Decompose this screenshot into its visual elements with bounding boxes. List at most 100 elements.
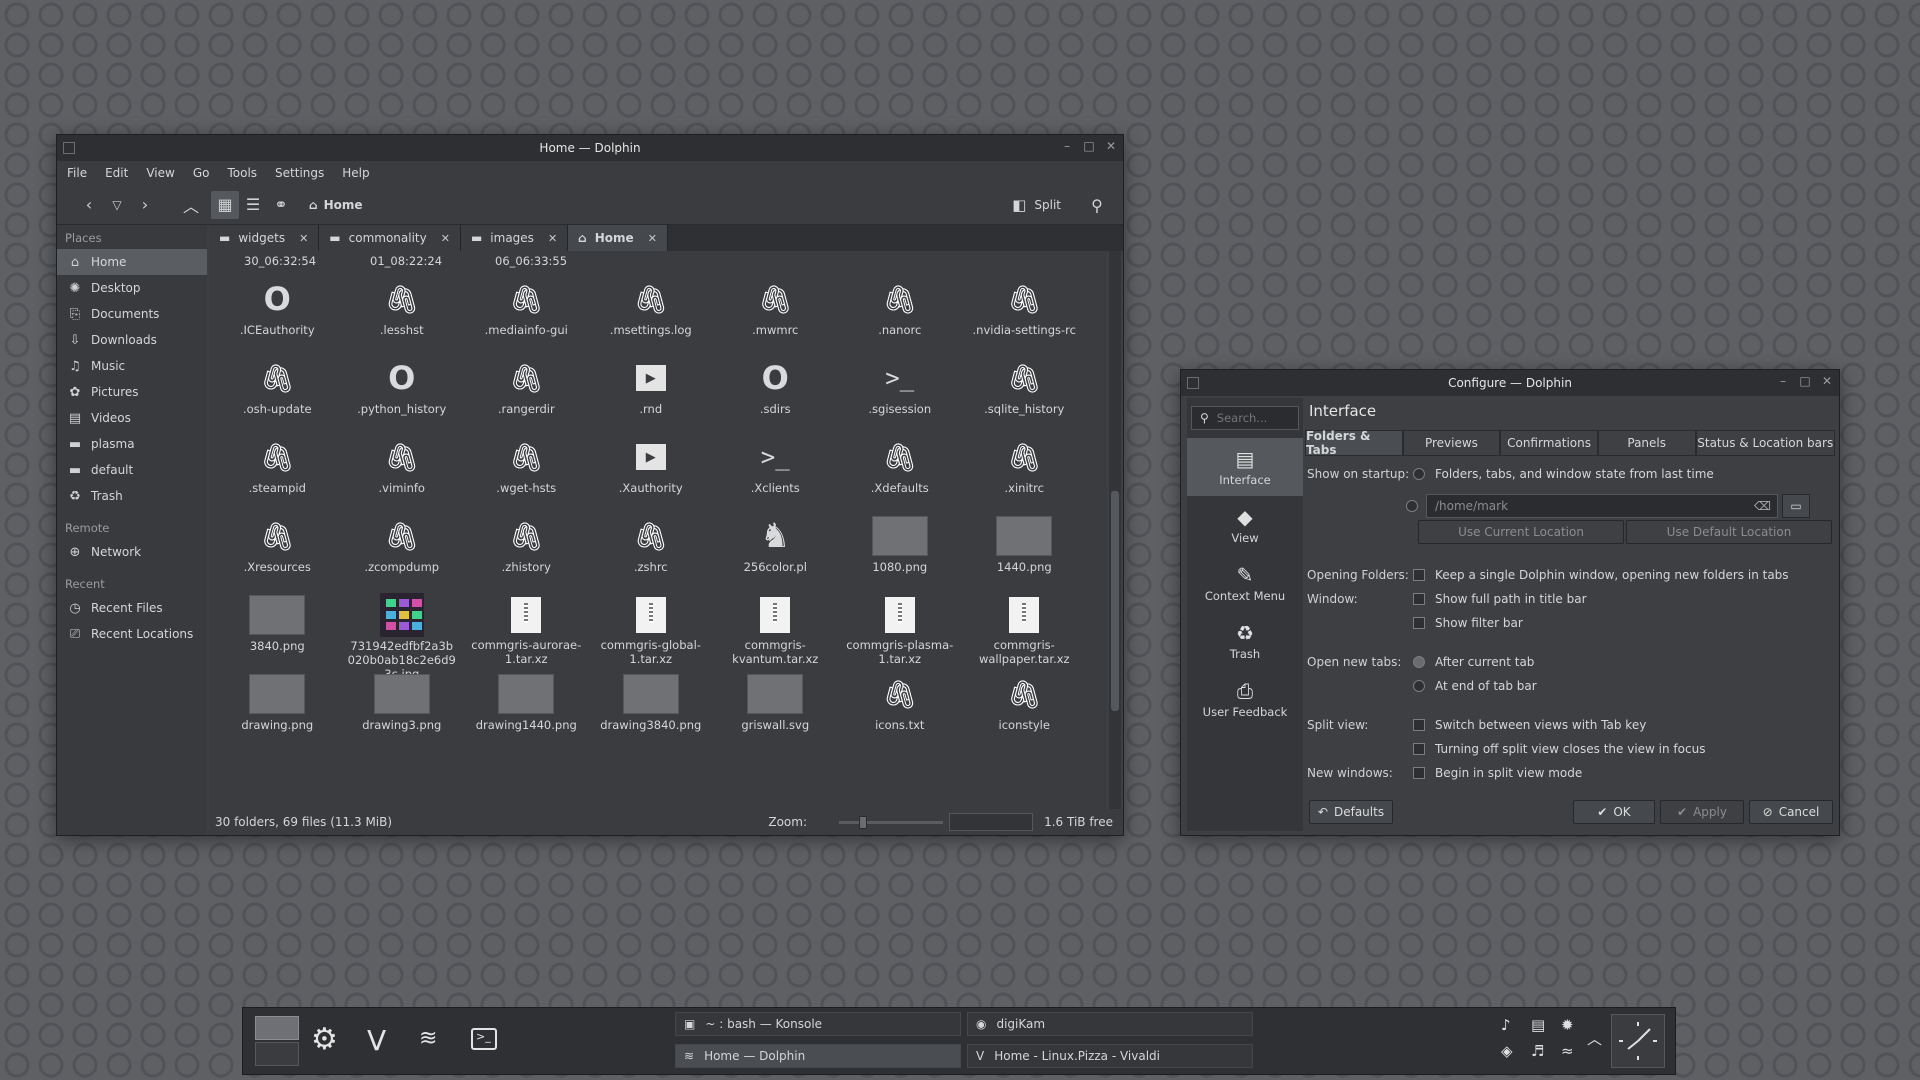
file-item[interactable]: 🖇 .osh-update [215,350,340,429]
sidebar-item-trash[interactable]: ♻ Trash [57,483,207,509]
apply-button[interactable]: ✔ Apply [1660,800,1744,824]
menu-help[interactable]: Help [342,166,369,180]
tab-home[interactable]: ⌂ Home ✕ [568,225,668,251]
file-item[interactable]: 🖇 .mwmrc [713,271,838,350]
split-button[interactable]: ◧ Split [1012,193,1061,217]
icons-view-button[interactable]: ▦ [211,190,239,219]
menu-settings[interactable]: Settings [275,166,324,180]
category-trash[interactable]: ♻ Trash [1187,612,1303,670]
back-button[interactable]: ‹ [75,191,103,219]
sidebar-item-default[interactable]: ▬ default [57,457,207,483]
menu-view[interactable]: View [146,166,174,180]
maximize-icon[interactable]: □ [1083,140,1095,152]
breadcrumb-home[interactable]: Home [324,198,363,212]
ok-button[interactable]: ✔ OK [1573,800,1655,824]
sidebar-item-network[interactable]: ⊕ Network [57,539,207,565]
window-menu-icon[interactable] [1187,377,1199,389]
close-focus-checkbox[interactable] [1413,743,1425,755]
task-digikam[interactable]: ◉ digiKam [967,1012,1253,1036]
file-item[interactable]: commgris-plasma- 1.tar.xz [838,587,963,666]
volume-icon[interactable]: ♬ [1531,1042,1544,1060]
sidebar-item-home[interactable]: ⌂ Home [57,249,207,275]
configure-titlebar[interactable]: Configure — Dolphin – □ ✕ [1181,370,1839,396]
file-item[interactable]: 🖇 .nanorc [838,271,963,350]
konsole-launcher-icon[interactable]: >_ [471,1028,497,1050]
close-icon[interactable]: ✕ [1105,140,1117,152]
file-item[interactable]: drawing3.png [340,666,465,745]
file-view[interactable]: 30_06:32:54 01_08:22:24 06_06:33:55 O .IC… [209,251,1107,809]
sidebar-item-music[interactable]: ♫ Music [57,353,207,379]
file-item[interactable]: 🖇 .nvidia-settings-rc [962,271,1087,350]
search-input[interactable] [1216,411,1287,425]
kde-launcher-icon[interactable]: ⚙ [311,1022,338,1057]
file-item[interactable]: 🖇 .rangerdir [464,350,589,429]
browse-folder-button[interactable]: ▭ [1782,494,1810,518]
desktop-2[interactable] [255,1042,299,1066]
scrollbar-thumb[interactable] [1111,491,1119,711]
dolphin-titlebar[interactable]: Home — Dolphin – □ ✕ [57,135,1123,161]
defaults-button[interactable]: ↶ Defaults [1309,800,1393,824]
close-tab-icon[interactable]: ✕ [548,232,557,245]
up-button[interactable]: ︿ [177,191,205,219]
notifications-icon[interactable]: ♪ [1501,1016,1511,1034]
tab-widgets[interactable]: ▬ widgets ✕ [209,225,320,251]
file-item[interactable]: drawing3840.png [589,666,714,745]
file-item[interactable]: commgris- wallpaper.tar.xz [962,587,1087,666]
close-tab-icon[interactable]: ✕ [441,232,450,245]
file-item[interactable]: 🖇 .zshrc [589,508,714,587]
file-item[interactable]: 🖇 .lesshst [340,271,465,350]
file-item[interactable]: commgris- kvantum.tar.xz [713,587,838,666]
file-item[interactable]: O .sdirs [713,350,838,429]
menu-edit[interactable]: Edit [105,166,128,180]
dolphin-launcher-icon[interactable]: ≋ [419,1026,437,1051]
zoom-slider-handle[interactable] [859,816,867,829]
startup-last-radio[interactable] [1413,468,1425,480]
task-konsole[interactable]: ▣ ~ : bash — Konsole [675,1012,961,1036]
vivaldi-launcher-icon[interactable]: V [367,1024,386,1057]
file-item[interactable]: 🖇 .sqlite_history [962,350,1087,429]
tab-status-location-bars[interactable]: Status & Location bars [1695,430,1835,456]
close-tab-icon[interactable]: ✕ [299,232,308,245]
desktop-1[interactable] [255,1016,299,1040]
settings-icon[interactable]: ✹ [1561,1016,1574,1034]
tab-key-checkbox[interactable] [1413,719,1425,731]
file-item[interactable]: ▶ .Xauthority [589,429,714,508]
forward-button[interactable]: › [131,191,159,219]
split-mode-checkbox[interactable] [1413,767,1425,779]
search-button[interactable]: ⚲ [1083,191,1111,219]
task-vivaldi[interactable]: V Home - Linux.Pizza - Vivaldi [967,1044,1253,1068]
file-item[interactable]: 🖇 .mediainfo-gui [464,271,589,350]
file-item[interactable]: ▶ .rnd [589,350,714,429]
tab-commonality[interactable]: ▬ commonality ✕ [319,225,461,251]
history-dropdown-button[interactable]: ▽ [103,191,131,219]
vertical-scrollbar[interactable] [1109,251,1121,809]
close-tab-icon[interactable]: ✕ [648,232,657,245]
close-icon[interactable]: ✕ [1821,375,1833,387]
file-item[interactable]: 🖇 .Xdefaults [838,429,963,508]
clear-icon[interactable]: ⌫ [1754,499,1771,513]
file-item[interactable]: drawing1440.png [464,666,589,745]
file-item[interactable]: griswall.svg [713,666,838,745]
task-dolphin[interactable]: ≋ Home — Dolphin [675,1044,961,1068]
maximize-icon[interactable]: □ [1799,375,1811,387]
settings-search[interactable]: ⚲ [1191,406,1299,430]
clipboard-icon[interactable]: ▤ [1531,1016,1545,1034]
category-view[interactable]: ◆ View [1187,496,1303,554]
tab-previews[interactable]: Previews [1402,430,1501,456]
menu-tools[interactable]: Tools [227,166,257,180]
tab-confirmations[interactable]: Confirmations [1500,430,1598,456]
file-item[interactable]: O .python_history [340,350,465,429]
sidebar-item-videos[interactable]: ▤ Videos [57,405,207,431]
zoom-slider[interactable] [839,816,943,829]
file-item[interactable]: 🖇 iconstyle [962,666,1087,745]
filter-bar-checkbox[interactable] [1413,617,1425,629]
end-of-tabbar-radio[interactable] [1413,680,1425,692]
file-item[interactable]: 🖇 .Xresources [215,508,340,587]
shield-icon[interactable]: ◈ [1501,1042,1513,1060]
after-current-radio[interactable] [1413,656,1425,668]
file-item[interactable]: commgris-global- 1.tar.xz [589,587,714,666]
file-item[interactable]: 🖇 .steampid [215,429,340,508]
pager[interactable] [255,1016,299,1068]
sidebar-item-recent-files[interactable]: ◷ Recent Files [57,595,207,621]
file-item[interactable]: 🖇 .zhistory [464,508,589,587]
